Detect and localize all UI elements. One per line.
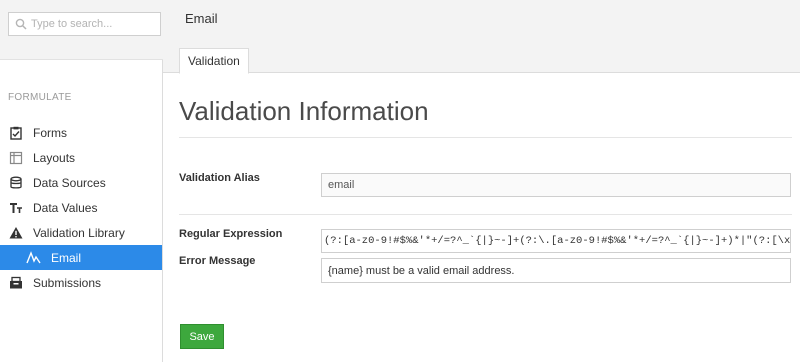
sidebar-nav: Forms Layouts Data Sources Data Values V… [0, 120, 162, 295]
sidebar-item-validation-library[interactable]: Validation Library [0, 220, 162, 245]
sidebar-item-label: Forms [33, 125, 67, 140]
text-size-icon [8, 200, 24, 216]
sidebar-item-label: Layouts [33, 150, 76, 165]
inbox-icon [8, 275, 24, 291]
sidebar-item-data-sources[interactable]: Data Sources [0, 170, 162, 195]
save-button[interactable]: Save [180, 324, 224, 349]
sidebar-item-data-values[interactable]: Data Values [0, 195, 162, 220]
section-label: FORMULATE [8, 92, 72, 103]
warning-icon [8, 225, 24, 241]
validation-alias-input[interactable] [321, 173, 791, 197]
sidebar-item-label: Data Values [33, 200, 98, 215]
search-icon [15, 18, 27, 30]
search-input[interactable] [31, 18, 151, 30]
divider [179, 214, 792, 215]
sidebar-item-submissions[interactable]: Submissions [0, 270, 162, 295]
regular-expression-input[interactable]: (?:[a-z0-9!#$%&'*+/=?^_`{|}~-]+(?:\.[a-z… [321, 229, 791, 253]
database-icon [8, 175, 24, 191]
sidebar-item-label: Data Sources [33, 175, 106, 190]
page-name: Email [185, 11, 218, 26]
error-message-input[interactable] [321, 258, 791, 283]
sidebar-search-area [0, 0, 163, 60]
clipboard-check-icon [8, 125, 24, 141]
tab-validation[interactable]: Validation [179, 48, 249, 74]
error-message-label: Error Message [179, 255, 256, 267]
header-bar [163, 0, 800, 73]
validation-wave-icon [26, 250, 42, 266]
layout-icon [8, 150, 24, 166]
page-title: Validation Information [179, 96, 429, 126]
validation-alias-label: Validation Alias [179, 172, 260, 184]
sidebar-item-label: Email [51, 250, 82, 265]
sidebar: FORMULATE Forms Layouts [0, 0, 163, 362]
regular-expression-label: Regular Expression [179, 228, 283, 240]
search-box[interactable] [8, 12, 161, 36]
sidebar-item-label: Validation Library [33, 225, 125, 240]
divider [179, 137, 792, 138]
sidebar-item-forms[interactable]: Forms [0, 120, 162, 145]
sidebar-item-label: Submissions [33, 275, 102, 290]
sidebar-item-email[interactable]: Email [0, 245, 162, 270]
sidebar-item-layouts[interactable]: Layouts [0, 145, 162, 170]
